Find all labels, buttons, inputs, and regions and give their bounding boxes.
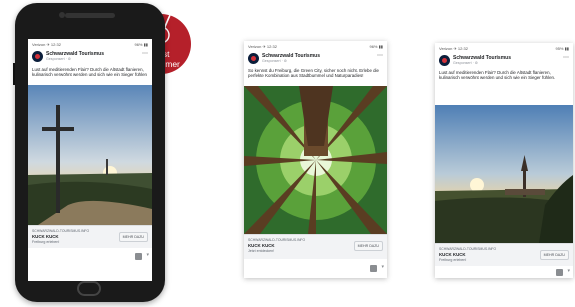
forest-canopy-image <box>244 86 387 234</box>
sponsored-label: Gesponsert · ⚙ <box>46 57 71 61</box>
status-left: Verizon ✈ 12:32 <box>439 46 468 51</box>
cta-bar[interactable]: SCHWARZWALD-TOURISMUS.INFO KUCK KUCK Jet… <box>244 234 387 259</box>
ad-screen-1: Verizon ✈ 12:32 96% ▮▮ Schwarzwald Touri… <box>28 39 152 281</box>
cta-domain: SCHWARZWALD-TOURISMUS.INFO <box>439 247 497 251</box>
more-options-icon[interactable]: ⋯ <box>142 51 148 57</box>
cta-description: Jetzt entdecken! <box>248 249 275 253</box>
ad-image-city-sunset[interactable] <box>435 105 573 243</box>
sponsored-label: Gesponsert · ⚙ <box>262 59 287 63</box>
more-options-icon[interactable]: ⋯ <box>563 55 569 61</box>
chevron-down-icon[interactable]: ▾ <box>567 268 570 274</box>
status-bar: Verizon ✈ 12:32 96% ▮▮ <box>32 42 148 48</box>
post-header: Schwarzwald Tourismus Gesponsert · ⚙ ⋯ <box>248 53 383 65</box>
post-header: Schwarzwald Tourismus Gesponsert · ⚙ ⋯ <box>439 55 569 67</box>
page-logo-icon[interactable] <box>32 51 43 62</box>
phone-side-button <box>13 63 15 85</box>
status-left: Verizon ✈ 12:32 <box>248 44 277 49</box>
cta-bar[interactable]: SCHWARZWALD-TOURISMUS.INFO KUCK KUCK Fre… <box>435 243 573 266</box>
home-button[interactable] <box>77 281 101 296</box>
chevron-down-icon[interactable]: ▾ <box>146 252 149 258</box>
chevron-down-icon[interactable]: ▾ <box>381 264 384 270</box>
profile-icon[interactable] <box>135 253 142 260</box>
post-caption: Lust auf meditierenden Flair? Durch die … <box>439 70 556 81</box>
ad-image-forest-canopy[interactable] <box>244 86 387 234</box>
status-bar: Verizon ✈ 12:32 95% ▮▮ <box>439 46 569 52</box>
phone-mockup: Verizon ✈ 12:32 96% ▮▮ Schwarzwald Touri… <box>13 3 165 302</box>
cta-description: Freiburg erleben! <box>439 258 467 262</box>
post-header: Schwarzwald Tourismus Gesponsert · ⚙ ⋯ <box>32 51 148 63</box>
ad-screen-3: Verizon ✈ 12:32 95% ▮▮ Schwarzwald Touri… <box>435 43 573 278</box>
status-left: Verizon ✈ 12:32 <box>32 42 61 47</box>
post-caption: Lust auf meditierenden Flair? Durch die … <box>32 67 147 78</box>
ad-screen-2: Verizon ✈ 12:32 96% ▮▮ Schwarzwald Touri… <box>244 41 387 278</box>
cta-title: KUCK KUCK <box>439 252 466 257</box>
status-bar: Verizon ✈ 12:32 96% ▮▮ <box>248 44 383 50</box>
learn-more-button[interactable]: MEHR DAZU <box>118 232 148 242</box>
status-right: 96% ▮▮ <box>369 44 383 49</box>
sponsored-label: Gesponsert · ⚙ <box>453 61 478 65</box>
cta-domain: SCHWARZWALD-TOURISMUS.INFO <box>248 238 306 242</box>
learn-more-button[interactable]: MEHR DAZU <box>353 241 383 251</box>
page-logo-icon[interactable] <box>248 53 259 64</box>
learn-more-button[interactable]: MEHR DAZU <box>539 250 569 260</box>
cta-title: KUCK KUCK <box>32 234 59 239</box>
ad-image-cross-sunset[interactable] <box>28 85 152 225</box>
post-caption: So kennst du Freiburg, die Green City, s… <box>248 68 379 79</box>
ad-card-3: Verizon ✈ 12:32 95% ▮▮ Schwarzwald Touri… <box>435 43 573 278</box>
cross-sunset-image <box>28 85 152 225</box>
phone-speaker <box>65 13 115 18</box>
city-sunset-image <box>435 105 573 243</box>
more-options-icon[interactable]: ⋯ <box>377 53 383 59</box>
profile-icon[interactable] <box>370 265 377 272</box>
post-footer: ▾ <box>244 261 387 275</box>
status-right: 95% ▮▮ <box>555 46 569 51</box>
ad-card-2: Verizon ✈ 12:32 96% ▮▮ Schwarzwald Touri… <box>244 41 387 278</box>
cta-description: Freiburg erleben! <box>32 240 60 244</box>
page-logo-icon[interactable] <box>439 55 450 66</box>
post-footer: ▾ <box>435 265 573 278</box>
cta-domain: SCHWARZWALD-TOURISMUS.INFO <box>32 229 90 233</box>
cta-title: KUCK KUCK <box>248 243 275 248</box>
profile-icon[interactable] <box>556 269 563 276</box>
status-right: 96% ▮▮ <box>134 42 148 47</box>
cta-bar[interactable]: SCHWARZWALD-TOURISMUS.INFO KUCK KUCK Fre… <box>28 225 152 248</box>
post-footer: ▾ <box>28 249 152 263</box>
